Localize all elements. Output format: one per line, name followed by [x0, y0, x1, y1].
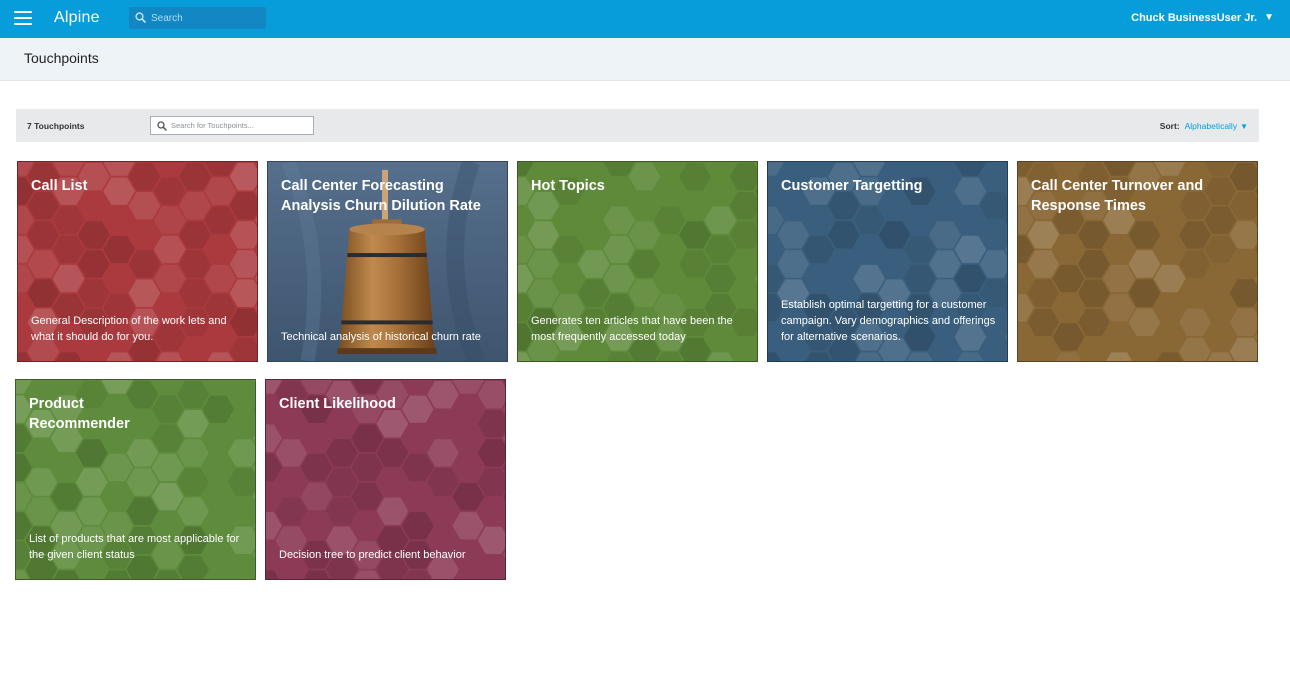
- touchpoint-card-call-center-turnover[interactable]: Call Center Turnover and Response Times: [1017, 161, 1258, 362]
- page-title: Touchpoints: [24, 50, 99, 66]
- touchpoint-card-churn-dilution-rate[interactable]: Call Center Forecasting Analysis Churn D…: [267, 161, 508, 362]
- global-search[interactable]: [129, 7, 266, 29]
- card-title: Hot Topics: [531, 178, 605, 194]
- search-icon: [157, 121, 167, 131]
- touchpoint-search-input[interactable]: [171, 118, 309, 133]
- card-description: Technical analysis of historical churn r…: [281, 331, 481, 343]
- sort-control: Sort: Alphabetically ▼: [1160, 121, 1248, 131]
- user-name: Chuck BusinessUser Jr.: [1131, 12, 1258, 24]
- card-description: Establish optimal targetting for a custo…: [781, 299, 996, 343]
- page-header: Touchpoints: [0, 38, 1290, 81]
- app-name[interactable]: Alpine: [54, 9, 100, 27]
- card-description: Generates ten articles that have been th…: [531, 315, 733, 343]
- user-menu[interactable]: Chuck BusinessUser Jr. ▼: [1131, 12, 1274, 24]
- card-title: Call Center Turnover and Response Times: [1031, 178, 1204, 214]
- touchpoints-toolbar: 7 Touchpoints Sort: Alphabetically▼: [16, 109, 1259, 142]
- chevron-down-icon[interactable]: ▼: [1240, 122, 1248, 131]
- top-bar: Alpine Chuck BusinessUser Jr. ▼: [0, 0, 1290, 38]
- card-title: Client Likelihood: [279, 396, 396, 412]
- touchpoint-count: 7 Touchpoints: [27, 121, 85, 131]
- sort-label: Sort:: [1159, 121, 1180, 131]
- card-title: Call Center Forecasting Analysis Churn D…: [281, 178, 481, 214]
- touchpoint-card-client-likelihood[interactable]: Client Likelihood Decision tree to predi…: [265, 379, 506, 580]
- touchpoint-card-customer-targetting[interactable]: Customer Targetting Establish optimal ta…: [767, 161, 1008, 362]
- hamburger-menu-icon[interactable]: [14, 10, 32, 26]
- search-icon: [135, 12, 146, 23]
- card-title: Call List: [31, 178, 88, 194]
- card-title: Product Recommender: [29, 396, 130, 432]
- sort-dropdown[interactable]: Alphabetically: [1185, 121, 1237, 131]
- chevron-down-icon: ▼: [1264, 12, 1274, 23]
- card-description: General Description of the work lets and…: [31, 315, 227, 343]
- card-description: Decision tree to predict client behavior: [279, 549, 466, 561]
- touchpoint-card-product-recommender[interactable]: Product Recommender List of products tha…: [15, 379, 256, 580]
- global-search-input[interactable]: [151, 9, 261, 27]
- touchpoint-search[interactable]: [150, 116, 314, 135]
- touchpoint-card-call-list[interactable]: Call List General Description of the wor…: [17, 161, 258, 362]
- touchpoint-card-hot-topics[interactable]: Hot Topics Generates ten articles that h…: [517, 161, 758, 362]
- card-title: Customer Targetting: [781, 178, 923, 194]
- card-description: List of products that are most applicabl…: [29, 533, 240, 561]
